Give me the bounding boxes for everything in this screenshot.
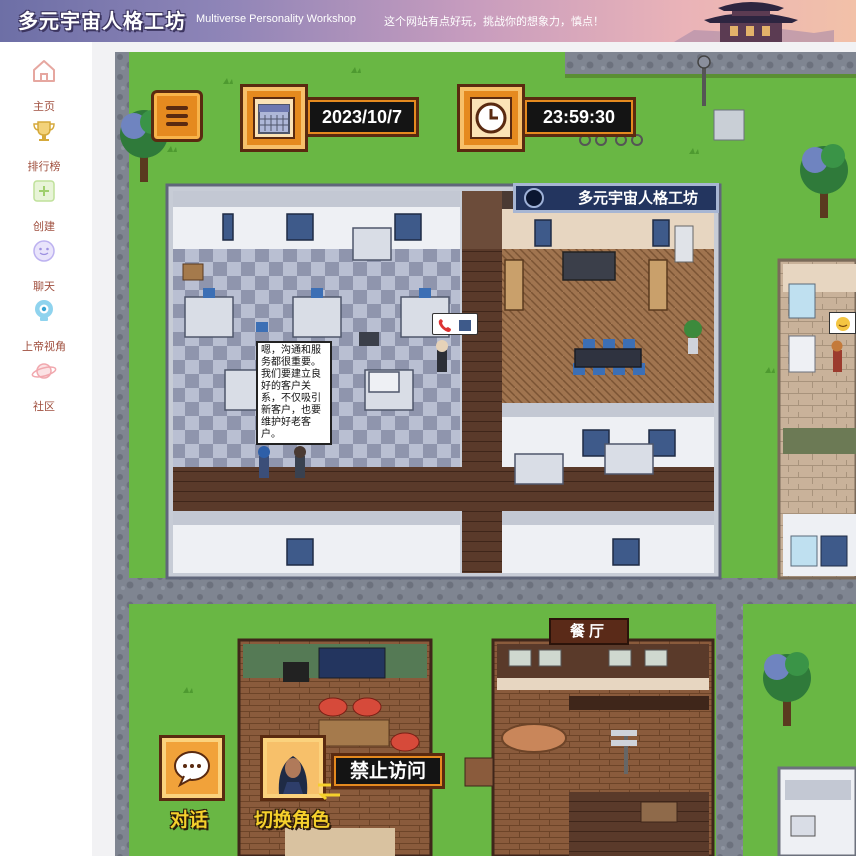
- date-display: 2023/10/7: [305, 97, 419, 137]
- sidebar-item-leaderboard[interactable]: 排行榜: [0, 110, 92, 173]
- sidebar-item-chat[interactable]: 聊天: [0, 230, 92, 293]
- npc[interactable]: [294, 446, 306, 478]
- character-avatar-icon: [267, 742, 319, 794]
- pagoda-decoration: [674, 2, 834, 42]
- sidebar-item-home[interactable]: 主页: [0, 50, 92, 113]
- calendar-button[interactable]: [240, 84, 308, 152]
- plus-icon: [33, 180, 55, 202]
- phone-icon: [438, 319, 471, 332]
- office-sign-text: 多元宇宙人格工坊: [577, 189, 698, 207]
- game-canvas[interactable]: 多元宇宙人格工坊 餐厅 嗯，沟通和服务都很重要。我们要建立良好的客户关系，不仅吸…: [115, 52, 856, 856]
- camera-icon: [35, 300, 53, 321]
- content-top-strip: [115, 42, 856, 52]
- sidebar-item-label: 社区: [33, 400, 55, 413]
- clock-button[interactable]: [457, 84, 525, 152]
- company-logo-icon: [524, 188, 544, 208]
- sidebar-nav: 主页 排行榜 创建 聊天 上帝视角 社区: [0, 42, 92, 856]
- calendar-icon: [253, 97, 295, 139]
- sidebar-item-create[interactable]: 创建: [0, 170, 92, 233]
- time-display: 23:59:30: [522, 97, 636, 137]
- switch-character-label: 切换角色: [254, 809, 331, 831]
- content-gutter: [92, 42, 115, 856]
- home-icon: [33, 60, 55, 82]
- chat-face-icon: [33, 240, 55, 262]
- planet-icon: [31, 363, 57, 379]
- npc-speech-bubble: 嗯，沟通和服务都很重要。我们要建立良好的客户关系，不仅吸引新客户，也要维护好老客…: [256, 341, 332, 445]
- phone-status-tip: [432, 313, 478, 335]
- map-scene: [115, 52, 856, 856]
- office-building[interactable]: [165, 183, 722, 580]
- menu-button[interactable]: [151, 90, 203, 142]
- hamburger-icon-bar: [166, 122, 188, 126]
- no-visit-badge[interactable]: 禁止访问: [331, 753, 445, 789]
- trophy-icon: [33, 121, 55, 141]
- npc[interactable]: [831, 340, 843, 373]
- emotion-tip: [829, 312, 856, 334]
- npc[interactable]: [258, 446, 270, 478]
- clock-icon: [470, 97, 512, 139]
- site-logo-title[interactable]: 多元宇宙人格工坊: [18, 5, 186, 34]
- smile-emoji-icon: [836, 317, 850, 331]
- sidebar-item-community[interactable]: 社区: [0, 350, 92, 413]
- talk-icon-frame: [159, 735, 225, 801]
- site-header: 多元宇宙人格工坊 Multiverse Personality Workshop…: [0, 0, 856, 42]
- restaurant-building[interactable]: [464, 638, 715, 856]
- sidebar-item-god-view[interactable]: 上帝视角: [0, 290, 92, 353]
- speech-bubble-icon: [174, 751, 210, 788]
- site-slogan: 这个网站有点好玩，挑战你的想象力，慎点！: [384, 15, 604, 28]
- site-subtitle: Multiverse Personality Workshop: [196, 13, 356, 25]
- talk-label: 对话: [170, 809, 209, 831]
- right-building[interactable]: [777, 258, 856, 580]
- npc[interactable]: [436, 340, 448, 372]
- hamburger-icon-bar: [166, 114, 188, 118]
- office-sign: 多元宇宙人格工坊: [513, 183, 719, 213]
- hamburger-icon: [166, 106, 188, 110]
- restaurant-sign: 餐厅: [549, 618, 629, 645]
